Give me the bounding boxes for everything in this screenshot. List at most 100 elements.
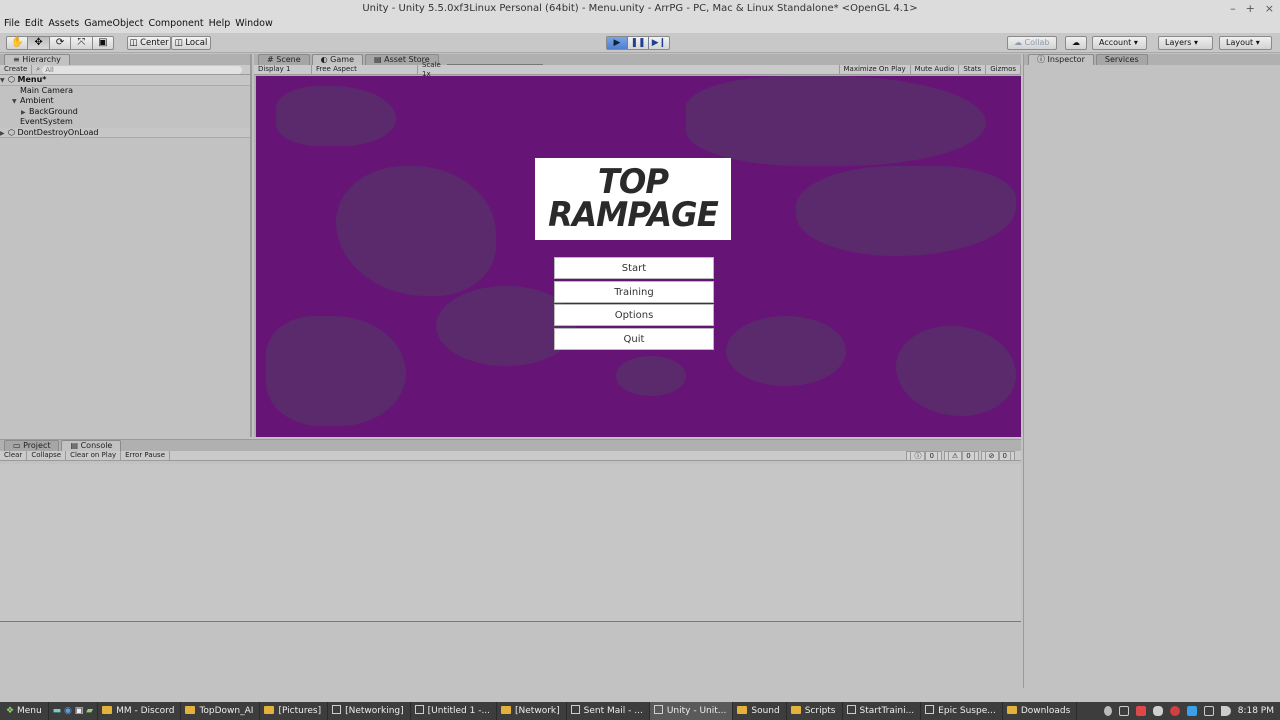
desktop-icon[interactable]: ▬ (53, 706, 62, 716)
error-count-toggle[interactable]: ⊘ 0 (980, 451, 1015, 461)
task-sound[interactable]: Sound (733, 702, 787, 720)
menu-component[interactable]: Component (148, 18, 208, 33)
menu-gameobject[interactable]: GameObject (84, 18, 148, 33)
maximize-button[interactable]: + (1246, 0, 1255, 18)
logo-line-2: RAMPAGE (548, 195, 719, 235)
task-downloads[interactable]: Downloads (1003, 702, 1078, 720)
layout-label: Layout (1226, 38, 1254, 47)
play-icon[interactable]: ▶ (607, 37, 628, 49)
task-pictures[interactable]: [Pictures] (260, 702, 329, 720)
tab-console[interactable]: ▤ Console (61, 440, 122, 451)
collapse-toggle[interactable]: Collapse (27, 451, 67, 460)
task-untitled[interactable]: [Untitled 1 -... (411, 702, 498, 720)
tree-item-scene-dontdestroy[interactable]: ▶ ⬡ DontDestroyOnLoad (0, 127, 250, 140)
tab-console-label: Console (80, 441, 113, 450)
shield-icon[interactable] (1169, 706, 1180, 716)
maximize-on-play-toggle[interactable]: Maximize On Play (838, 65, 911, 74)
start-button[interactable]: Start (554, 257, 714, 279)
collapsed-arrow-icon[interactable]: ▶ (0, 129, 8, 140)
layers-dropdown[interactable]: Layers ▾ (1158, 36, 1213, 50)
close-button[interactable]: × (1265, 0, 1274, 18)
console-tab-row: ▭ Project ▤ Console (0, 440, 1021, 451)
warning-count-toggle[interactable]: ⚠ 0 (943, 451, 979, 461)
tab-hierarchy[interactable]: ≡ Hierarchy (4, 54, 70, 65)
pivot-center-toggle[interactable]: ◫ Center (127, 36, 171, 50)
tree-item-main-camera[interactable]: Main Camera (0, 86, 250, 97)
menu-edit[interactable]: Edit (25, 18, 48, 33)
tab-project[interactable]: ▭ Project (4, 440, 60, 451)
stats-toggle[interactable]: Stats (959, 65, 987, 74)
discord-icon[interactable] (1152, 706, 1163, 716)
move-tool-icon[interactable]: ✥ (28, 37, 50, 49)
task-network[interactable]: [Network] (497, 702, 567, 720)
browser-icon[interactable]: ◉ (64, 706, 72, 716)
scale-track[interactable] (447, 63, 544, 65)
task-mm-discord[interactable]: MM - Discord (98, 702, 182, 720)
task-networking[interactable]: [Networking] (328, 702, 411, 720)
task-unity[interactable]: Unity - Unit... (649, 702, 734, 720)
game-view[interactable]: TOP RAMPAGE Start Training Options Quit (256, 76, 1021, 437)
volume-icon[interactable] (1220, 706, 1231, 716)
console-log-list[interactable] (0, 464, 1021, 622)
terrain-blob (616, 356, 686, 396)
minimize-button[interactable]: – (1230, 0, 1236, 18)
tab-services[interactable]: Services (1095, 54, 1148, 65)
tree-item-scene-menu[interactable]: ▼ ⬡ Menu* (0, 75, 250, 86)
rect-tool-icon[interactable]: ▣ (93, 37, 113, 49)
window-title: Unity - Unity 5.5.0xf3Linux Personal (64… (362, 3, 918, 14)
user-icon[interactable] (1103, 706, 1112, 716)
terminal-icon[interactable]: ▣ (75, 706, 84, 716)
pause-icon[interactable]: ❚❚ (628, 37, 649, 49)
menu-help[interactable]: Help (209, 18, 236, 33)
training-button[interactable]: Training (554, 281, 714, 303)
clear-button[interactable]: Clear (0, 451, 28, 460)
task-scripts[interactable]: Scripts (787, 702, 843, 720)
tab-inspector[interactable]: ⓘ Inspector (1028, 54, 1094, 65)
files-icon[interactable]: ▰ (86, 706, 93, 716)
hand-tool-icon[interactable]: ✋ (7, 37, 29, 49)
scale-tool-icon[interactable]: ⤧ (71, 37, 93, 49)
cloud-services-button[interactable]: ☁ (1065, 36, 1087, 50)
task-starttraining[interactable]: StartTraini... (843, 702, 922, 720)
task-epic-suspense[interactable]: Epic Suspe... (921, 702, 1003, 720)
task-topdown-ai[interactable]: TopDown_AI (181, 702, 261, 720)
bluetooth-icon[interactable] (1186, 706, 1197, 716)
menu-file[interactable]: File (4, 18, 25, 33)
gizmos-dropdown[interactable]: Gizmos (986, 65, 1021, 74)
space-local-toggle[interactable]: ◫ Local (171, 36, 211, 50)
clear-on-play-toggle[interactable]: Clear on Play (66, 451, 122, 460)
mail-icon[interactable] (1135, 706, 1146, 716)
folder-icon (185, 706, 196, 714)
start-menu-button[interactable]: ❖ Menu (0, 702, 49, 720)
step-icon[interactable]: ▶❙ (649, 37, 669, 49)
cloud-outline-icon: ☁ (1072, 38, 1080, 47)
tree-item-eventsystem[interactable]: EventSystem (0, 117, 250, 128)
menu-window[interactable]: Window (235, 18, 277, 33)
menu-assets[interactable]: Assets (48, 18, 84, 33)
tree-item-ambient[interactable]: ▼ Ambient (0, 96, 250, 107)
mute-audio-toggle[interactable]: Mute Audio (911, 65, 960, 74)
clock[interactable]: 8:18 PM (1238, 706, 1274, 716)
display-dropdown[interactable]: Display 1 (254, 65, 312, 74)
error-count: 0 (998, 451, 1011, 461)
create-dropdown[interactable]: Create (0, 65, 33, 74)
network-icon[interactable] (1203, 706, 1214, 716)
hierarchy-search-input[interactable]: All (42, 65, 242, 74)
tab-game[interactable]: ◐ Game (311, 54, 363, 65)
tree-item-background[interactable]: ▶ BackGround (0, 107, 250, 118)
tab-scene[interactable]: # Scene (258, 54, 310, 65)
layout-dropdown[interactable]: Layout ▾ (1219, 36, 1272, 50)
aspect-dropdown[interactable]: Free Aspect (312, 65, 418, 74)
game-view-toolbar: Display 1 Free Aspect Scale 1x Maximize … (254, 61, 1021, 78)
info-count-toggle[interactable]: ⓘ 0 (906, 451, 942, 461)
error-pause-toggle[interactable]: Error Pause (121, 451, 171, 460)
account-dropdown[interactable]: Account ▾ (1092, 36, 1147, 50)
rotate-tool-icon[interactable]: ⟳ (50, 37, 72, 49)
collab-dropdown[interactable]: ☁ Collab (1007, 36, 1057, 50)
task-sent-mail[interactable]: Sent Mail - ... (567, 702, 650, 720)
quit-button[interactable]: Quit (554, 328, 714, 350)
notes-icon[interactable] (1118, 706, 1129, 716)
task-label: Epic Suspe... (938, 706, 996, 716)
options-button[interactable]: Options (554, 304, 714, 326)
unity-scene-icon: ⬡ (8, 75, 18, 84)
